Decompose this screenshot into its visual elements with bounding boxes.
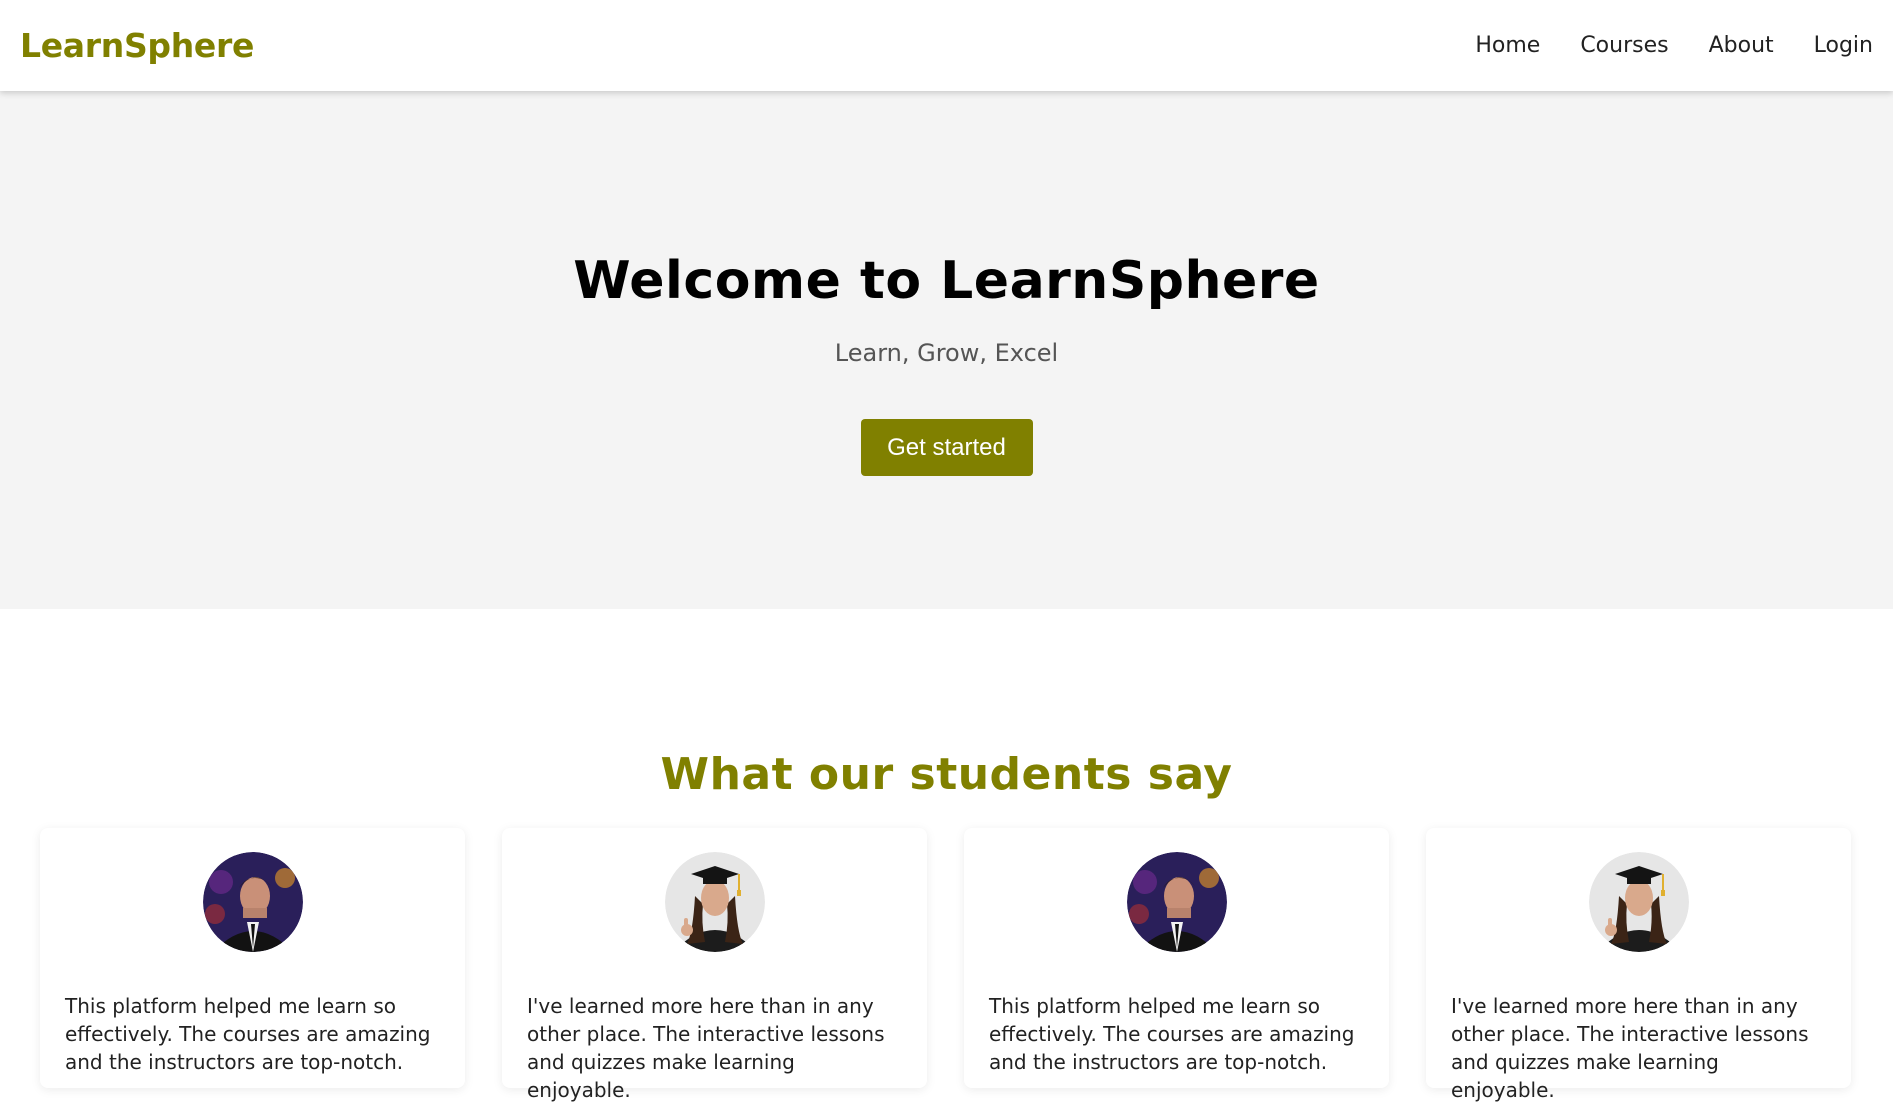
nav-login-link[interactable]: Login	[1814, 33, 1873, 58]
testimonial-card: I've learned more here than in any other…	[1426, 828, 1851, 1102]
student-male-avatar	[202, 852, 303, 952]
testimonial-card: This platform helped me learn so effecti…	[40, 828, 465, 1088]
brand-logo[interactable]: LearnSphere	[20, 26, 254, 65]
student-female-graduate-avatar	[664, 852, 765, 952]
testimonials-title: What our students say	[660, 749, 1233, 800]
testimonial-quote: This platform helped me learn so effecti…	[65, 994, 431, 1074]
testimonial-quote: I've learned more here than in any other…	[1451, 994, 1809, 1102]
student-female-photo-icon	[664, 852, 765, 952]
testimonials-section: What our students say This platform help…	[0, 609, 1893, 1102]
student-female-graduate-avatar	[1588, 852, 1689, 952]
student-male-photo-icon	[202, 852, 303, 952]
hero-section: Welcome to LearnSphere Learn, Grow, Exce…	[0, 91, 1893, 609]
testimonial-card: I've learned more here than in any other…	[502, 828, 927, 1102]
student-male-avatar	[1126, 852, 1227, 952]
hero-subtitle: Learn, Grow, Excel	[834, 339, 1059, 367]
student-female-photo-icon	[1588, 852, 1689, 952]
get-started-button[interactable]: Get started	[860, 419, 1033, 476]
nav-courses-link[interactable]: Courses	[1580, 33, 1668, 58]
nav-about-link[interactable]: About	[1709, 33, 1774, 58]
testimonial-quote: This platform helped me learn so effecti…	[989, 994, 1355, 1074]
testimonial-quote: I've learned more here than in any other…	[527, 994, 885, 1102]
nav-links: Home Courses About Login	[1475, 33, 1873, 58]
testimonial-cards: This platform helped me learn so effecti…	[0, 828, 1893, 1102]
hero-title: Welcome to LearnSphere	[573, 251, 1320, 311]
nav-home-link[interactable]: Home	[1475, 33, 1540, 58]
testimonial-card: This platform helped me learn so effecti…	[964, 828, 1389, 1088]
top-navbar: LearnSphere Home Courses About Login	[0, 0, 1893, 91]
student-male-photo-icon	[1126, 852, 1227, 952]
